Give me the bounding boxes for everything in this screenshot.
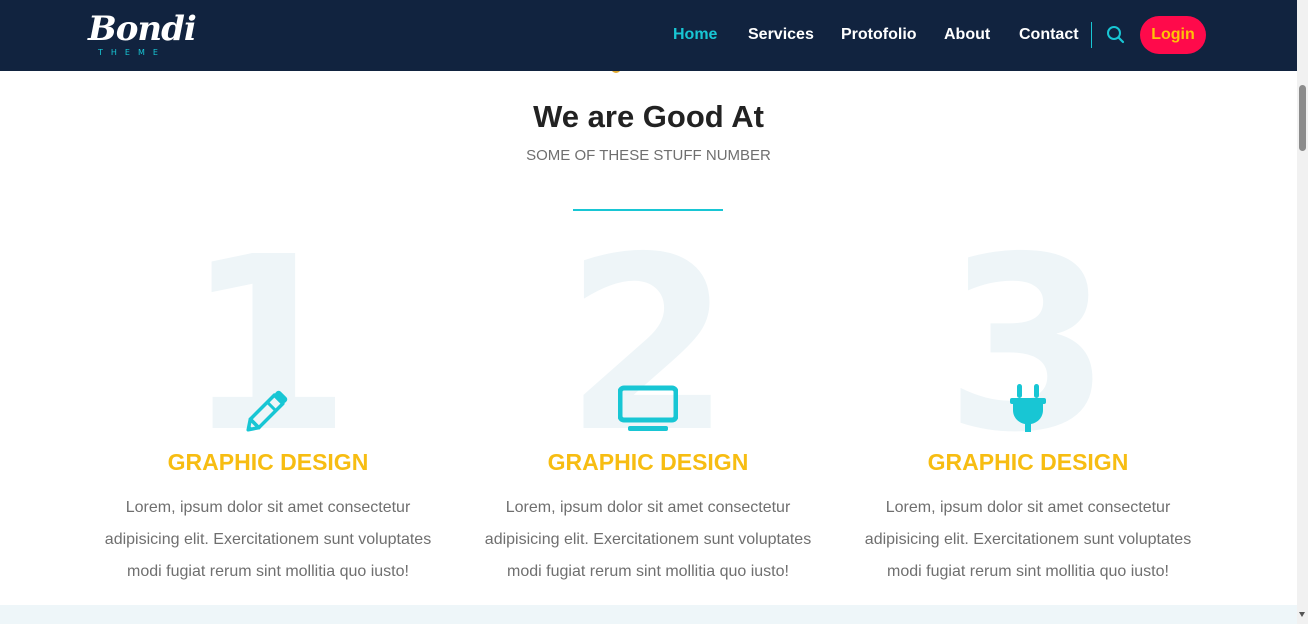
nav-item-contact[interactable]: Contact <box>1019 22 1079 48</box>
card-description: Lorem, ipsum dolor sit amet consectetur … <box>104 499 432 580</box>
search-icon[interactable] <box>1105 24 1127 46</box>
login-button[interactable]: Login <box>1140 16 1206 54</box>
nav-item-protofolio[interactable]: Protofolio <box>841 22 917 48</box>
logo-subtitle: THEME <box>98 48 166 57</box>
feature-card-2: 2 GRAPHIC DESIGN Lorem, ipsum dolor sit … <box>468 225 828 600</box>
logo-script: Bondi <box>88 9 197 49</box>
feature-card-1: 1 GRAPHIC DESIGN Lorem, ipsum dolor sit … <box>88 225 448 600</box>
card-description: Lorem, ipsum dolor sit amet consectetur … <box>484 499 812 580</box>
page-scrollbar[interactable] <box>1297 0 1308 624</box>
card-title: GRAPHIC DESIGN <box>547 449 749 475</box>
nav-divider <box>1091 22 1092 48</box>
section-title: We are Good At <box>533 99 764 134</box>
nav-item-home[interactable]: Home <box>673 22 717 48</box>
next-section-band <box>0 605 1297 624</box>
scrollbar-thumb[interactable] <box>1299 85 1306 151</box>
logo[interactable]: Bondi THEME <box>88 8 197 60</box>
section-subtitle: SOME OF THESE STUFF NUMBER <box>526 147 771 164</box>
feature-card-3: 3 GRAPHIC DESIGN Lorem, ipsum dolor sit … <box>848 225 1208 600</box>
card-title: GRAPHIC DESIGN <box>167 449 369 475</box>
navbar: Bondi THEME Home Services Protofolio Abo… <box>0 0 1297 71</box>
pencil-icon <box>240 382 296 438</box>
plug-icon <box>1000 382 1056 438</box>
nav-item-services[interactable]: Services <box>748 22 814 48</box>
scroll-down-arrow-icon[interactable] <box>1299 612 1305 617</box>
card-title: GRAPHIC DESIGN <box>927 449 1129 475</box>
monitor-icon <box>617 382 679 438</box>
card-description: Lorem, ipsum dolor sit amet consectetur … <box>864 499 1192 580</box>
nav-item-about[interactable]: About <box>944 22 990 48</box>
